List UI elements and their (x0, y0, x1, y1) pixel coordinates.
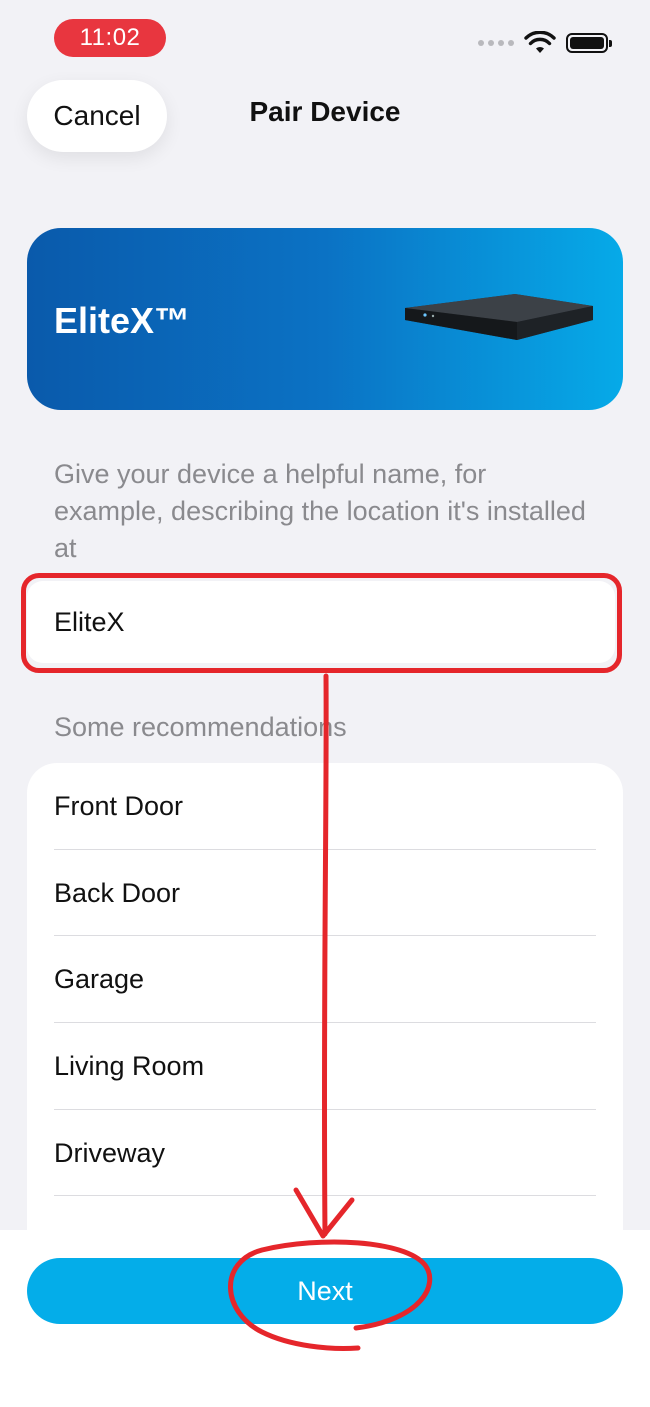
device-name-input[interactable] (27, 581, 615, 663)
wifi-icon (524, 31, 556, 53)
status-icons (478, 28, 612, 58)
page-title: Pair Device (249, 96, 401, 127)
recommendation-garage[interactable]: Garage (27, 936, 623, 1023)
recommendation-back-door[interactable]: Back Door (27, 850, 623, 937)
recommendation-driveway[interactable]: Driveway (27, 1110, 623, 1197)
recommendation-front-door[interactable]: Front Door (27, 763, 623, 850)
battery-icon (566, 33, 612, 53)
pair-device-screen: 11:02 Cancel Pair Device EliteX™ Give yo… (0, 0, 650, 1407)
next-button[interactable]: Next (27, 1258, 623, 1324)
recommendation-living-room[interactable]: Living Room (27, 1023, 623, 1110)
device-model-name: EliteX™ (54, 300, 191, 341)
recommendations-list: Front Door Back Door Garage Living Room … (27, 763, 623, 1283)
name-instructions: Give your device a helpful name, for exa… (54, 459, 586, 563)
device-banner: EliteX™ (27, 228, 623, 410)
cellular-signal-icon (478, 40, 514, 46)
recommendations-label: Some recommendations (54, 712, 347, 742)
status-time: 11:02 (54, 19, 166, 57)
nvr-device-image (405, 294, 593, 340)
